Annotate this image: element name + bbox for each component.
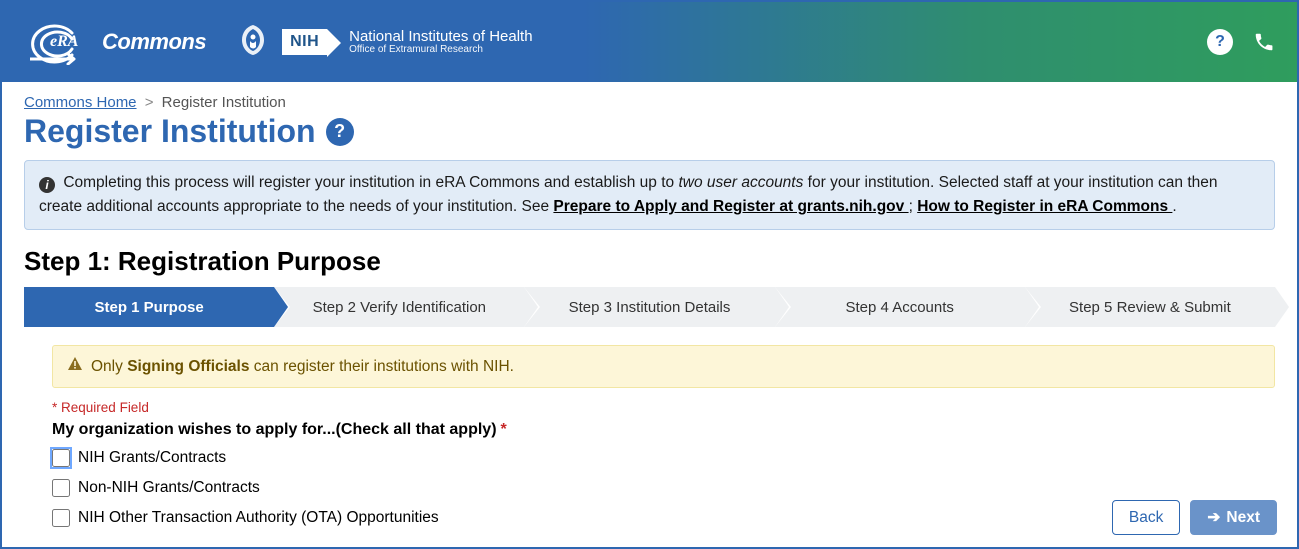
- info-banner: i Completing this process will register …: [24, 160, 1275, 230]
- breadcrumb-current: Register Institution: [162, 94, 286, 111]
- option-non-nih-grants[interactable]: Non-NIH Grants/Contracts: [52, 479, 1275, 497]
- info-text-em: two user accounts: [678, 174, 803, 191]
- page-title: Register Institution: [24, 113, 316, 150]
- apply-label-text: My organization wishes to apply for...(C…: [52, 421, 497, 438]
- info-icon: i: [39, 177, 55, 193]
- app-name: Commons: [102, 29, 206, 55]
- warn-pre: Only: [91, 358, 127, 375]
- wizard-step-3[interactable]: Step 3 Institution Details: [524, 287, 774, 327]
- info-link-register[interactable]: How to Register in eRA Commons: [917, 198, 1172, 215]
- nih-title: National Institutes of Health: [349, 29, 532, 44]
- nih-subtitle: Office of Extramural Research: [349, 44, 532, 55]
- wizard-step-1[interactable]: Step 1 Purpose: [24, 287, 274, 327]
- info-sep: ;: [909, 198, 918, 215]
- app-header: eRA Commons NIH National Institutes of H…: [2, 2, 1297, 82]
- phone-icon[interactable]: [1251, 29, 1277, 55]
- step-heading: Step 1: Registration Purpose: [24, 246, 1275, 277]
- option-nih-grants[interactable]: NIH Grants/Contracts: [52, 449, 1275, 467]
- svg-text:eRA: eRA: [50, 33, 79, 50]
- wizard-step-4[interactable]: Step 4 Accounts: [775, 287, 1025, 327]
- wizard-nav: Step 1 Purpose Step 2 Verify Identificat…: [24, 287, 1275, 327]
- option-non-nih-grants-checkbox[interactable]: [52, 479, 70, 497]
- option-label-1: Non-NIH Grants/Contracts: [78, 479, 260, 497]
- required-hint-text: Required Field: [61, 400, 149, 415]
- apply-label: My organization wishes to apply for...(C…: [52, 421, 1275, 439]
- option-nih-grants-checkbox[interactable]: [52, 449, 70, 467]
- back-button[interactable]: Back: [1112, 500, 1180, 535]
- warning-banner: Only Signing Officials can register thei…: [52, 345, 1275, 388]
- nih-badge: NIH: [282, 29, 327, 55]
- warn-post: can register their institutions with NIH…: [249, 358, 513, 375]
- next-button-label: Next: [1226, 509, 1260, 527]
- breadcrumb-home-link[interactable]: Commons Home: [24, 94, 137, 111]
- page-help-icon[interactable]: ?: [326, 118, 354, 146]
- warn-bold: Signing Officials: [127, 358, 249, 375]
- wizard-step-5[interactable]: Step 5 Review & Submit: [1025, 287, 1275, 327]
- next-button[interactable]: ➔ Next: [1190, 500, 1277, 535]
- breadcrumb: Commons Home > Register Institution: [24, 94, 1275, 111]
- breadcrumb-sep: >: [145, 94, 154, 111]
- nih-block: NIH National Institutes of Health Office…: [282, 29, 533, 55]
- wizard-step-2[interactable]: Step 2 Verify Identification: [274, 287, 524, 327]
- hhs-logo: [236, 23, 270, 62]
- era-logo: eRA: [22, 19, 82, 65]
- next-arrow-icon: ➔: [1207, 508, 1220, 527]
- option-label-0: NIH Grants/Contracts: [78, 449, 226, 467]
- option-label-2: NIH Other Transaction Authority (OTA) Op…: [78, 509, 439, 527]
- help-icon[interactable]: ?: [1207, 29, 1233, 55]
- option-ota-checkbox[interactable]: [52, 509, 70, 527]
- info-text-pre: Completing this process will register yo…: [63, 174, 678, 191]
- warning-icon: [67, 356, 83, 377]
- info-end: .: [1172, 198, 1176, 215]
- info-link-prepare[interactable]: Prepare to Apply and Register at grants.…: [553, 198, 908, 215]
- option-ota[interactable]: NIH Other Transaction Authority (OTA) Op…: [52, 509, 1275, 527]
- required-hint: * Required Field: [52, 400, 1275, 415]
